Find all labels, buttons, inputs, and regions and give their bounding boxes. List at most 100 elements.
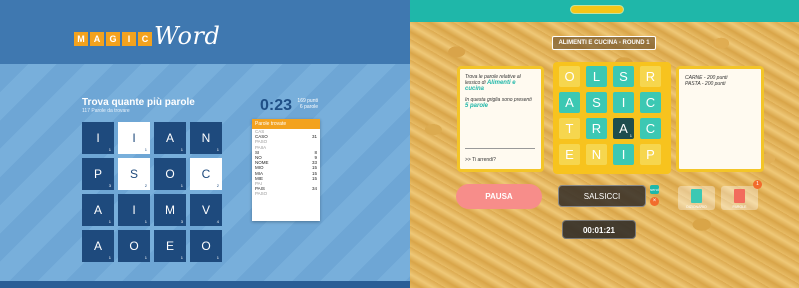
tile-letter: C — [645, 95, 656, 110]
pasta-letter-tile[interactable]: N — [586, 144, 607, 165]
tile-points: 1 — [144, 219, 147, 224]
score-words: 6 parole — [299, 104, 318, 110]
progress-fill — [571, 6, 623, 13]
send-button[interactable]: send — [650, 185, 659, 194]
tile-points: 1 — [216, 255, 219, 260]
tile-points: 4 — [216, 219, 219, 224]
tile-points: 1 — [108, 219, 111, 224]
pasta-letter-tile[interactable]: R — [640, 66, 661, 87]
logo-tile-i: I — [122, 32, 136, 46]
letter-tile[interactable]: S2 — [118, 158, 150, 190]
letter-tile[interactable]: P3 — [82, 158, 114, 190]
pasta-letter-tile[interactable]: E — [559, 144, 580, 165]
tile-points: 3 — [108, 183, 111, 188]
countdown-timer: 0:23 — [260, 97, 293, 114]
letter-tile[interactable]: O1 — [118, 230, 150, 262]
pasta-letter-tile[interactable]: A — [559, 92, 580, 113]
letter-tile[interactable]: O1 — [190, 230, 222, 262]
letter-tile[interactable]: I1 — [118, 122, 150, 154]
pasta-letter-tile[interactable]: I — [613, 92, 634, 113]
pasta-letter-tile[interactable]: S — [586, 92, 607, 113]
progress-bar — [570, 5, 624, 14]
letter-tile[interactable]: E1 — [154, 230, 186, 262]
pasta-letter-tile[interactable]: C — [640, 92, 661, 113]
dictionary-label: DIZIONARIO — [686, 205, 707, 209]
tile-letter: S — [619, 69, 628, 84]
book-icon — [691, 189, 702, 203]
pasta-game-panel: ALIMENTI E CUCINA - ROUND 1 Trova le par… — [410, 0, 799, 288]
pasta-letter-tile[interactable]: P — [640, 144, 661, 165]
found-word-score: 31 — [311, 134, 317, 140]
words-label: PAROLE — [732, 205, 747, 209]
found-word-2: PASTA - 200 punti — [685, 81, 726, 87]
pasta-letter-tile[interactable]: O — [559, 66, 580, 87]
hint-line-1: Trova le parole relative al lessico di A… — [465, 74, 536, 92]
pasta-letter-tile[interactable]: I — [613, 144, 634, 165]
letter-tile[interactable]: A1 — [82, 230, 114, 262]
page-title: Trova quante più parole — [82, 97, 195, 108]
letter-tile[interactable]: C2 — [190, 158, 222, 190]
letter-tile[interactable]: N1 — [190, 122, 222, 154]
pasta-letter-tile[interactable]: C — [640, 118, 661, 139]
words-button[interactable]: PAROLE — [721, 186, 758, 210]
hint-divider — [465, 148, 535, 149]
tile-letter: O — [165, 167, 175, 181]
hint-line-2: In questa griglia sono presenti 5 parole — [465, 97, 536, 109]
hint-card: Trova le parole relative al lessico di A… — [457, 66, 544, 172]
tile-letter: N — [201, 131, 211, 145]
tile-letter: R — [645, 69, 656, 84]
tile-letter: E — [565, 147, 574, 162]
tile-letter: T — [565, 121, 574, 136]
letter-tile[interactable]: I1 — [82, 122, 114, 154]
tile-letter: P — [93, 167, 102, 181]
tile-points: 1 — [144, 147, 147, 152]
pasta-letter-tile[interactable]: A1 — [613, 118, 634, 139]
left-footer — [0, 281, 410, 288]
tile-points: 2 — [216, 183, 219, 188]
tile-letter: S — [129, 167, 138, 181]
pasta-letter-tile[interactable]: S — [613, 66, 634, 87]
hint-word-count: 5 parole — [465, 103, 489, 109]
tile-letter: C — [201, 167, 211, 181]
elapsed-timer: 00:01:21 — [562, 220, 636, 239]
tile-letter: A — [165, 131, 174, 145]
letter-tile[interactable]: A1 — [154, 122, 186, 154]
letter-tile[interactable]: O1 — [154, 158, 186, 190]
tile-letter: S — [592, 95, 601, 110]
found-word-score: 34 — [311, 186, 317, 192]
found-word-score: 15 — [311, 175, 317, 181]
delete-button[interactable]: × — [650, 197, 659, 206]
pause-button[interactable]: PAUSA — [456, 184, 542, 209]
give-up-link[interactable]: >> Ti arrendi? — [465, 157, 496, 163]
tile-letter: M — [165, 203, 175, 217]
tile-letter: A — [93, 239, 102, 253]
logo-tile-g: G — [106, 32, 120, 46]
tile-letter: I — [96, 131, 100, 145]
left-header: M A G I C Word — [0, 0, 410, 64]
tile-points: 1 — [144, 255, 147, 260]
tile-letter: R — [591, 121, 602, 136]
letter-tile[interactable]: V4 — [190, 194, 222, 226]
found-words-list: CAS CASO 31 PASO PAIIA SI 8 NO 9 NOME 33 MIO 15 MIA 15… — [252, 129, 320, 196]
tile-letter: O — [564, 69, 575, 84]
tile-points: 1 — [108, 147, 111, 152]
notification-badge: 1 — [753, 180, 762, 189]
letter-tile[interactable]: M3 — [154, 194, 186, 226]
tile-points: 1 — [180, 147, 183, 152]
tile-points: 1 — [629, 133, 632, 138]
logo-word: Word — [154, 22, 221, 50]
dictionary-button[interactable]: DIZIONARIO — [678, 186, 715, 210]
pasta-letter-tile[interactable]: T — [559, 118, 580, 139]
tile-letter: I — [132, 131, 136, 145]
letter-tile[interactable]: I1 — [118, 194, 150, 226]
tile-points: 1 — [216, 147, 219, 152]
tile-points: 3 — [180, 219, 183, 224]
tile-letter: E — [165, 239, 174, 253]
letter-tile[interactable]: A1 — [82, 194, 114, 226]
tile-letter: P — [646, 147, 655, 162]
tile-letter: O — [129, 239, 139, 253]
pasta-letter-tile[interactable]: R — [586, 118, 607, 139]
pasta-letter-tile[interactable]: L — [586, 66, 607, 87]
magic-word-game-panel: M A G I C Word Trova quante più parole 1… — [0, 0, 410, 288]
logo-tile-c: C — [138, 32, 152, 46]
